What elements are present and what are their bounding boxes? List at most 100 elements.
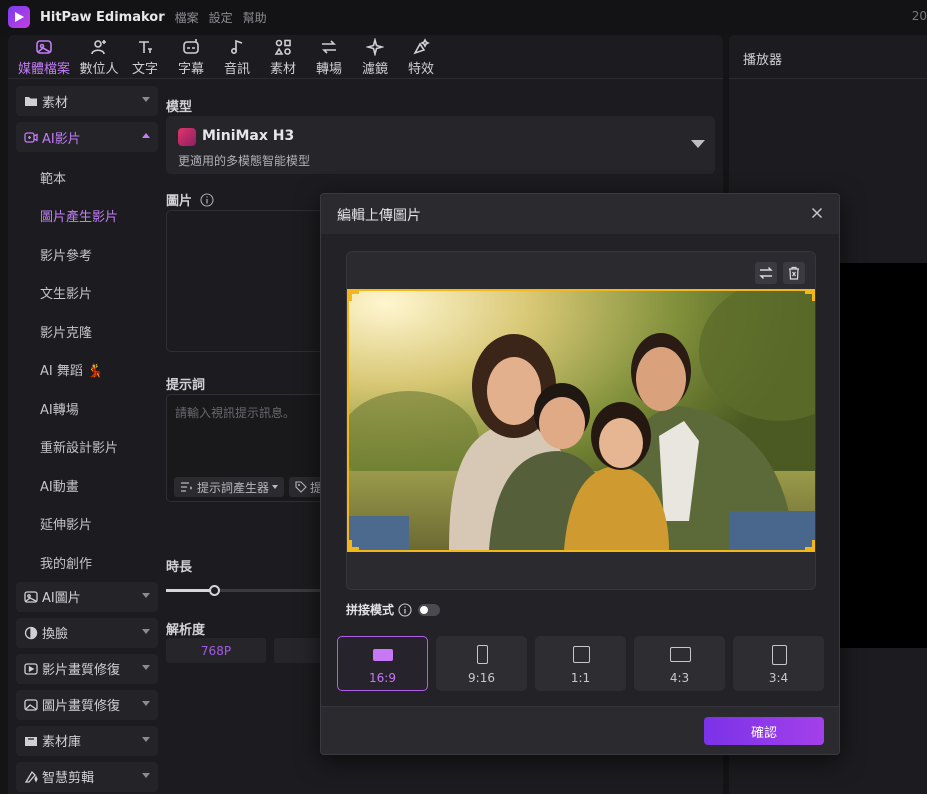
ratio-16-9-label: 16:9 [369, 671, 396, 685]
chevron-down-icon [142, 736, 150, 742]
sidebar-group-video-enhance-label: 影片畫質修復 [42, 663, 121, 678]
trash-icon [789, 266, 799, 280]
menu-settings[interactable]: 設定 [209, 9, 233, 26]
media-icon [36, 39, 52, 54]
stitch-mode-label: 拼接模式 [346, 603, 395, 617]
image-label: 圖片 [166, 194, 193, 209]
sidebar: 素材 AI影片 範本 圖片產生影片 影片參考 文生影片 影片克隆 AI 舞蹈 💃… [16, 86, 158, 794]
tab-avatar[interactable]: 數位人 [76, 35, 122, 79]
close-icon[interactable] [809, 205, 825, 221]
ai-video-icon [24, 132, 38, 143]
dialog-header: 編輯上傳圖片 [321, 194, 839, 234]
duration-slider-knob[interactable] [209, 585, 220, 596]
tab-filter-label: 濾鏡 [361, 61, 388, 77]
library-icon [25, 736, 37, 746]
prompt-generator-button[interactable]: 提示詞產生器 [174, 477, 285, 497]
tab-elements-label: 素材 [269, 61, 296, 77]
prompt-generator-icon [181, 482, 192, 492]
tab-elements[interactable]: 素材 [260, 35, 306, 79]
sidebar-item-text-to-video[interactable]: 文生影片 [16, 274, 158, 313]
stitch-mode-toggle[interactable] [418, 603, 441, 616]
face-swap-icon [24, 626, 38, 639]
title-bar: HitPaw Edimakor 檔案 設定 幫助 20 [0, 0, 927, 34]
resolution-768p-button[interactable]: 768P [166, 638, 266, 663]
player-title: 播放器 [729, 35, 927, 79]
ratio-9-16-button[interactable]: 9:16 [436, 636, 527, 691]
chevron-down-icon [142, 592, 150, 598]
ratio-16-9-button[interactable]: 16:9 [337, 636, 428, 691]
prompt-label: 提示詞 [166, 378, 206, 393]
chevron-down-icon [142, 664, 150, 670]
ratio-1-1-label: 1:1 [570, 671, 591, 685]
tab-text-label: 文字 [131, 61, 158, 77]
video-enhance-icon [24, 662, 38, 675]
player-canvas [839, 263, 927, 648]
effects-icon [413, 37, 430, 54]
elements-icon [274, 39, 291, 55]
family-photo[interactable] [347, 289, 815, 552]
sidebar-item-ai-animation[interactable]: AI動畫 [16, 466, 158, 505]
sidebar-group-ai-video[interactable]: AI影片 [16, 122, 158, 152]
tab-subtitle[interactable]: 字幕 [168, 35, 214, 79]
ai-image-icon [24, 590, 38, 603]
image-label-row: 圖片 [166, 190, 214, 209]
model-desc: 更適用的多模態智能模型 [178, 154, 311, 168]
crop-corner-br[interactable] [805, 540, 815, 550]
ratio-4-3-button[interactable]: 4:3 [634, 636, 725, 691]
sidebar-item-redesign-video[interactable]: 重新設計影片 [16, 428, 158, 467]
tab-audio[interactable]: 音訊 [214, 35, 260, 79]
ratio-1-1-icon [573, 646, 590, 663]
ratio-1-1-button[interactable]: 1:1 [535, 636, 626, 691]
stitch-mode-row: 拼接模式 [346, 601, 441, 618]
sidebar-item-ai-dance[interactable]: AI 舞蹈 💃 [16, 351, 158, 390]
app-logo-icon [8, 6, 30, 28]
menu-file[interactable]: 檔案 [175, 9, 199, 26]
sidebar-group-ai-image-label: AI圖片 [42, 591, 81, 606]
ai-video-submenu: 範本 圖片產生影片 影片參考 文生影片 影片克隆 AI 舞蹈 💃 AI轉場 重新… [16, 158, 158, 582]
text-icon [139, 40, 152, 53]
tab-transition[interactable]: 轉場 [306, 35, 352, 79]
crop-corner-bl[interactable] [349, 540, 359, 550]
menu-help[interactable]: 幫助 [243, 9, 267, 26]
chevron-up-icon [142, 133, 150, 138]
sidebar-group-material[interactable]: 素材 [16, 86, 158, 116]
tab-effects[interactable]: 特效 [398, 35, 444, 79]
chevron-down-icon [142, 772, 150, 778]
minimax-logo-icon [178, 128, 196, 146]
dropdown-arrow-icon [691, 140, 705, 148]
sidebar-group-video-enhance[interactable]: 影片畫質修復 [16, 653, 158, 684]
crop-corner-tl[interactable] [349, 291, 359, 301]
filter-icon [366, 37, 384, 56]
sidebar-item-extend-video[interactable]: 延伸影片 [16, 505, 158, 544]
sidebar-group-image-enhance-label: 圖片畫質修復 [42, 699, 121, 714]
sidebar-item-ai-transition[interactable]: AI轉場 [16, 389, 158, 428]
sidebar-group-face-swap[interactable]: 換臉 [16, 617, 158, 648]
tab-avatar-label: 數位人 [79, 61, 119, 77]
model-select[interactable]: MiniMax H3 更適用的多模態智能模型 [166, 116, 715, 174]
tab-filter[interactable]: 濾鏡 [352, 35, 398, 79]
ratio-4-3-icon [670, 647, 691, 662]
tab-text[interactable]: 文字 [122, 35, 168, 79]
crop-corner-tr[interactable] [805, 291, 815, 301]
info-icon[interactable] [200, 192, 214, 207]
replace-image-button[interactable] [755, 262, 777, 284]
tab-subtitle-label: 字幕 [177, 61, 204, 77]
sidebar-group-smart-edit[interactable]: 智慧剪輯 [16, 761, 158, 792]
sidebar-item-template[interactable]: 範本 [16, 158, 158, 197]
ratio-3-4-button[interactable]: 3:4 [733, 636, 824, 691]
delete-image-button[interactable] [783, 262, 805, 284]
sidebar-item-video-clone[interactable]: 影片克隆 [16, 312, 158, 351]
tab-media-label: 媒體檔案 [17, 61, 70, 77]
sidebar-item-my-creations[interactable]: 我的創作 [16, 543, 158, 582]
sidebar-group-library[interactable]: 素材庫 [16, 725, 158, 756]
sidebar-group-ai-image[interactable]: AI圖片 [16, 581, 158, 612]
tab-media[interactable]: 媒體檔案 [12, 35, 76, 79]
confirm-button[interactable]: 確認 [704, 717, 824, 745]
sidebar-group-image-enhance[interactable]: 圖片畫質修復 [16, 689, 158, 720]
sidebar-item-image-to-video[interactable]: 圖片產生影片 [16, 197, 158, 236]
sidebar-item-video-reference[interactable]: 影片參考 [16, 235, 158, 274]
tab-effects-label: 特效 [407, 61, 434, 77]
info-icon[interactable] [398, 602, 412, 617]
music-note-icon [230, 39, 243, 54]
duration-slider-fill [166, 589, 214, 592]
